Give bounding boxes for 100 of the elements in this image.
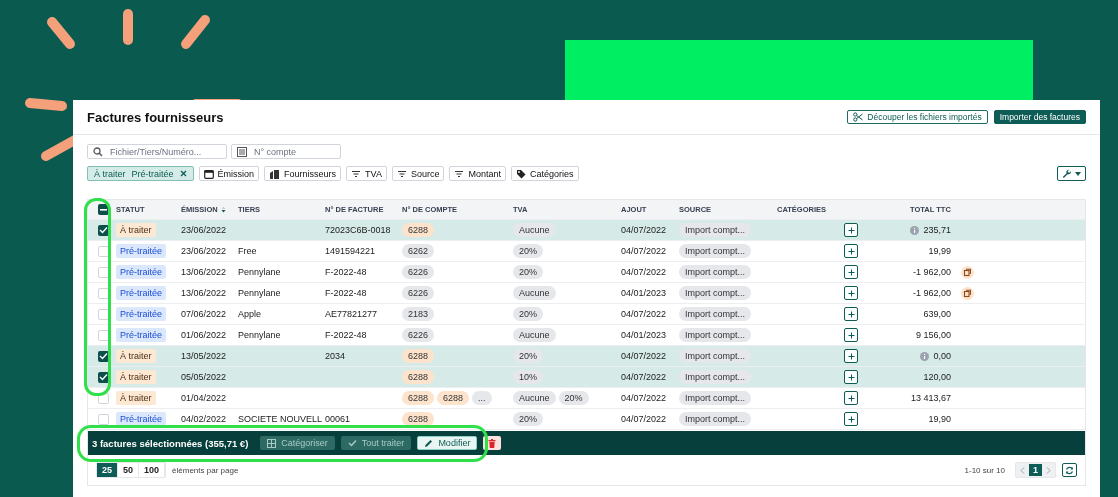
source-tag: Import compt...: [679, 307, 752, 321]
filter-button[interactable]: Source: [391, 166, 445, 181]
row-checkbox[interactable]: [98, 287, 109, 299]
plus-icon: [847, 289, 855, 297]
tools-button[interactable]: [1057, 166, 1086, 181]
vat-tag: 20%: [513, 349, 543, 363]
table-cell: 00061: [325, 414, 351, 424]
status-tag: À traiter: [116, 349, 156, 363]
table-cell: 13/06/2022: [181, 267, 227, 277]
table-cell: 13/06/2022: [181, 288, 227, 298]
chevron-right-icon: [1046, 466, 1051, 474]
account-tag: 6226: [402, 286, 435, 300]
trash-icon: [488, 438, 497, 448]
table-cell: 04/07/2022: [621, 225, 667, 235]
status-tag: À traiter: [116, 370, 156, 384]
plus-icon: [847, 268, 855, 276]
amount: 0,00: [933, 351, 951, 361]
page-size-button[interactable]: 25: [97, 463, 118, 477]
add-category-button[interactable]: [844, 265, 858, 279]
row-checkbox[interactable]: [98, 245, 109, 257]
table-cell: 13/05/2022: [181, 351, 227, 361]
source-tag: Import compt...: [679, 328, 752, 342]
account-field[interactable]: N° compte: [231, 144, 341, 159]
source-tag: Import compt...: [679, 349, 752, 363]
row-checkbox[interactable]: [98, 371, 109, 383]
row-checkbox[interactable]: [98, 329, 109, 341]
source-tag: Import compt...: [679, 412, 752, 426]
table-cell: 04/07/2022: [621, 372, 667, 382]
status-tag: À traiter: [116, 391, 156, 405]
filter-button[interactable]: TVA: [346, 166, 387, 181]
split-files-button[interactable]: Découper les fichiers importés: [847, 110, 988, 124]
list-icon: [237, 146, 247, 157]
close-icon[interactable]: [179, 170, 187, 177]
table-cell: 1491594221: [325, 246, 376, 256]
table-cell: 04/07/2022: [621, 309, 667, 319]
check-icon: [99, 373, 108, 381]
table-cell: 01/04/2022: [181, 393, 227, 403]
vat-tag: Aucune: [513, 223, 556, 237]
status-tag: Pré-traitée: [116, 265, 167, 279]
account-tag: 6226: [402, 265, 435, 279]
add-category-button[interactable]: [844, 349, 858, 363]
row-checkbox[interactable]: [98, 224, 109, 236]
amount: 19,99: [928, 246, 951, 256]
plus-icon: [847, 310, 855, 318]
account-tag: 6288: [437, 391, 470, 405]
wrench-icon: [1062, 169, 1071, 178]
edit-button[interactable]: Modifier: [417, 436, 478, 450]
table-cell: 04/01/2023: [621, 288, 667, 298]
table-cell: 04/07/2022: [621, 414, 667, 424]
table-cell: Free: [238, 246, 257, 256]
page-button[interactable]: 1: [1029, 464, 1042, 476]
add-category-button[interactable]: [844, 223, 858, 237]
add-category-button[interactable]: [844, 286, 858, 300]
page-size-label: éléments par page: [172, 465, 239, 475]
import-button[interactable]: Importer des factures: [993, 110, 1086, 124]
account-tag: 6226: [402, 328, 435, 342]
filter-button[interactable]: Fournisseurs: [264, 166, 342, 181]
row-checkbox[interactable]: [98, 308, 109, 320]
source-tag: Import compt...: [679, 265, 752, 279]
row-checkbox[interactable]: [98, 413, 109, 425]
row-checkbox[interactable]: [98, 266, 109, 278]
vat-tag: Aucune: [513, 391, 556, 405]
account-tag: 6288: [402, 223, 435, 237]
table-cell: 05/05/2022: [181, 372, 227, 382]
table-cell: Pennylane: [238, 288, 281, 298]
tag-icon: [516, 168, 526, 179]
filter-button[interactable]: Montant: [449, 166, 506, 181]
filter-value: Pré-traitée: [131, 168, 174, 179]
select-all-checkbox[interactable]: [98, 204, 109, 215]
vat-tag: 20%: [558, 391, 589, 405]
add-category-button[interactable]: [844, 370, 858, 384]
plus-icon: [847, 331, 855, 339]
add-category-button[interactable]: [844, 244, 858, 258]
add-category-button[interactable]: [844, 391, 858, 405]
table-cell: 23/06/2022: [181, 246, 227, 256]
check-icon: [99, 226, 108, 234]
status-tag: À traiter: [116, 223, 156, 237]
row-checkbox[interactable]: [98, 350, 109, 362]
vat-tag: Aucune: [513, 328, 556, 342]
amount: 639,00: [923, 309, 951, 319]
search-field[interactable]: Fichier/Tiers/Numéro...: [87, 144, 227, 159]
refresh-button[interactable]: [1062, 463, 1077, 477]
status-filter-chip[interactable]: À traiter Pré-traitée: [87, 166, 194, 181]
vat-tag: 20%: [513, 307, 543, 321]
filter-button[interactable]: Émission: [198, 166, 260, 181]
page-title: Factures fournisseurs: [87, 109, 225, 125]
account-tag: 2183: [402, 307, 435, 321]
add-category-button[interactable]: [844, 328, 858, 342]
table-cell: 01/06/2022: [181, 330, 227, 340]
buildings-icon: [269, 168, 281, 179]
add-category-button[interactable]: [844, 307, 858, 321]
chevron-left-icon: [1020, 466, 1025, 474]
status-tag: Pré-traitée: [116, 286, 167, 300]
filter-button[interactable]: Catégories: [511, 166, 579, 181]
vat-tag: 20%: [513, 244, 543, 258]
row-checkbox[interactable]: [98, 392, 109, 404]
grid-icon: [267, 438, 277, 448]
add-category-button[interactable]: [844, 412, 858, 426]
table-cell: SOCIETE NOUVELL: [238, 414, 323, 424]
caret-icon: [1075, 171, 1081, 176]
